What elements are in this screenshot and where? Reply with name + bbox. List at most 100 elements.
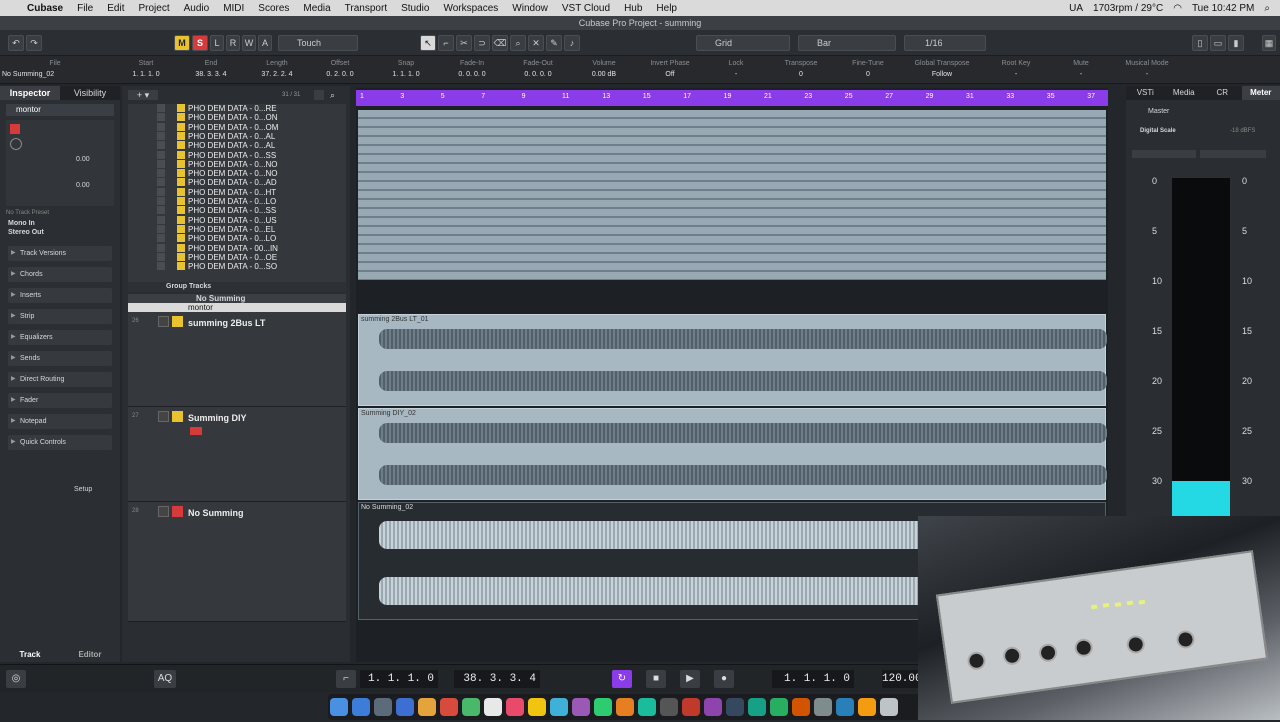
section-fader[interactable]: Fader: [8, 393, 112, 408]
record-enable-button[interactable]: [10, 124, 20, 134]
right-zone-toggle-icon[interactable]: ▮: [1228, 35, 1244, 51]
section-equalizers[interactable]: Equalizers: [8, 330, 112, 345]
group-tracks-folder[interactable]: Group Tracks: [128, 282, 346, 292]
menu-audio[interactable]: Audio: [177, 3, 217, 14]
dock-app-icon[interactable]: [528, 698, 546, 716]
inspector-track-name[interactable]: montor: [6, 104, 114, 116]
info-musical-mode[interactable]: Musical Mode-: [1122, 60, 1172, 78]
track-row[interactable]: PHO DEM DATA - 0...AL: [157, 141, 345, 150]
dock-app-icon[interactable]: [418, 698, 436, 716]
track-row[interactable]: PHO DEM DATA - 0...SS: [157, 206, 345, 215]
mute-button[interactable]: [157, 178, 165, 186]
info-start[interactable]: Start1. 1. 1. 0: [124, 60, 168, 78]
menu-transport[interactable]: Transport: [338, 3, 394, 14]
meter-reset-button[interactable]: [1200, 150, 1266, 158]
grid-value-select[interactable]: Bar: [798, 35, 896, 51]
menu-media[interactable]: Media: [296, 3, 337, 14]
cycle-button[interactable]: ↻: [612, 670, 632, 688]
track-no-summing[interactable]: 28 No Summing: [128, 502, 346, 622]
listen-button[interactable]: L: [210, 35, 224, 51]
tab-inspector[interactable]: Inspector: [0, 86, 60, 100]
add-track-button[interactable]: + ▾: [128, 90, 158, 100]
meter-source[interactable]: Master: [1132, 108, 1274, 120]
search-icon[interactable]: ⌕: [1264, 3, 1270, 14]
section-quick-controls[interactable]: Quick Controls: [8, 435, 112, 450]
input-routing[interactable]: Mono In: [8, 220, 112, 227]
menu-edit[interactable]: Edit: [100, 3, 131, 14]
info-offset[interactable]: Offset0. 2. 0. 0: [318, 60, 362, 78]
redo-icon[interactable]: ↷: [26, 35, 42, 51]
output-routing[interactable]: Stereo Out: [8, 229, 112, 236]
digital-scale-row[interactable]: Digital Scale -18 dBFS: [1132, 128, 1274, 138]
menu-scores[interactable]: Scores: [251, 3, 296, 14]
menu-workspaces[interactable]: Workspaces: [436, 3, 505, 14]
stop-button[interactable]: ■: [646, 670, 666, 688]
dock-app-icon[interactable]: [814, 698, 832, 716]
track-row[interactable]: PHO DEM DATA - 0...HT: [157, 188, 345, 197]
dock-app-icon[interactable]: [858, 698, 876, 716]
tab-media[interactable]: Media: [1165, 86, 1204, 100]
tab-track[interactable]: Track: [0, 650, 60, 659]
track-row[interactable]: PHO DEM DATA - 0...LO: [157, 234, 345, 243]
menu-project[interactable]: Project: [131, 3, 176, 14]
volume-value[interactable]: 0.00: [76, 156, 90, 163]
info-lock[interactable]: Lock-: [716, 60, 756, 78]
play-button[interactable]: ▶: [680, 670, 700, 688]
glue-tool-icon[interactable]: ⊃: [474, 35, 490, 51]
automation-button[interactable]: A: [258, 35, 272, 51]
dock-app-icon[interactable]: [616, 698, 634, 716]
erase-tool-icon[interactable]: ⌫: [492, 35, 508, 51]
mute-button[interactable]: [157, 188, 165, 196]
automation-mode-select[interactable]: Touch: [278, 35, 358, 51]
dock-app-icon[interactable]: [638, 698, 656, 716]
zoom-tool-icon[interactable]: ⌕: [510, 35, 526, 51]
tab-meter[interactable]: Meter: [1242, 86, 1280, 100]
mute-button[interactable]: [157, 151, 165, 159]
dock-app-icon[interactable]: [484, 698, 502, 716]
record-button[interactable]: ●: [714, 670, 734, 688]
track-row[interactable]: PHO DEM DATA - 0...OM: [157, 123, 345, 132]
dock-app-icon[interactable]: [748, 698, 766, 716]
mute-tool-icon[interactable]: ✕: [528, 35, 544, 51]
mute-button[interactable]: [157, 160, 165, 168]
info-snap[interactable]: Snap1. 1. 1. 0: [384, 60, 428, 78]
group-track-no-summing[interactable]: No Summing: [128, 294, 346, 303]
track-preset[interactable]: No Track Preset: [6, 210, 114, 216]
minimized-track-lanes[interactable]: [358, 110, 1106, 280]
dock-app-icon[interactable]: [726, 698, 744, 716]
draw-tool-icon[interactable]: ✎: [546, 35, 562, 51]
wifi-icon[interactable]: ◠: [1173, 3, 1182, 14]
section-sends[interactable]: Sends: [8, 351, 112, 366]
ruler[interactable]: 135791113151719212325272931333537: [356, 90, 1108, 106]
dock-app-icon[interactable]: [704, 698, 722, 716]
section-notepad[interactable]: Notepad: [8, 414, 112, 429]
track-row[interactable]: PHO DEM DATA - 0...AD: [157, 178, 345, 187]
mute-button[interactable]: [157, 113, 165, 121]
mute-button[interactable]: [157, 225, 165, 233]
section-strip[interactable]: Strip: [8, 309, 112, 324]
setup-button[interactable]: Setup: [74, 486, 92, 493]
quantize-select[interactable]: 1/16: [904, 35, 986, 51]
event-summing-2bus[interactable]: summing 2Bus LT_01: [358, 314, 1106, 406]
settings-icon[interactable]: ◎: [6, 670, 26, 688]
pan-value[interactable]: 0.00: [76, 182, 90, 189]
dock-app-icon[interactable]: [572, 698, 590, 716]
position-display[interactable]: 1. 1. 1. 0: [772, 670, 854, 688]
info-file[interactable]: File: [40, 60, 70, 71]
info-end[interactable]: End38. 3. 3. 4: [186, 60, 236, 78]
clock[interactable]: Tue 10:42 PM: [1192, 3, 1254, 14]
dock-app-icon[interactable]: [660, 698, 678, 716]
mute-button[interactable]: [157, 234, 165, 242]
event-summing-diy[interactable]: Summing DIY_02: [358, 408, 1106, 500]
track-summing-2bus[interactable]: 26 summing 2Bus LT: [128, 312, 346, 407]
info-root-key[interactable]: Root Key-: [996, 60, 1036, 78]
dock-app-icon[interactable]: [836, 698, 854, 716]
object-selection-tool-icon[interactable]: ↖: [420, 35, 436, 51]
inspector-toggle-icon[interactable]: ▯: [1192, 35, 1208, 51]
mute-button[interactable]: [158, 411, 169, 422]
tab-cr[interactable]: CR: [1203, 86, 1242, 100]
track-row[interactable]: PHO DEM DATA - 0...ON: [157, 113, 345, 122]
right-locator[interactable]: 38. 3. 3. 4: [454, 670, 540, 688]
menu-midi[interactable]: MIDI: [216, 3, 251, 14]
fan-status[interactable]: 1703rpm / 29°C: [1093, 3, 1163, 14]
